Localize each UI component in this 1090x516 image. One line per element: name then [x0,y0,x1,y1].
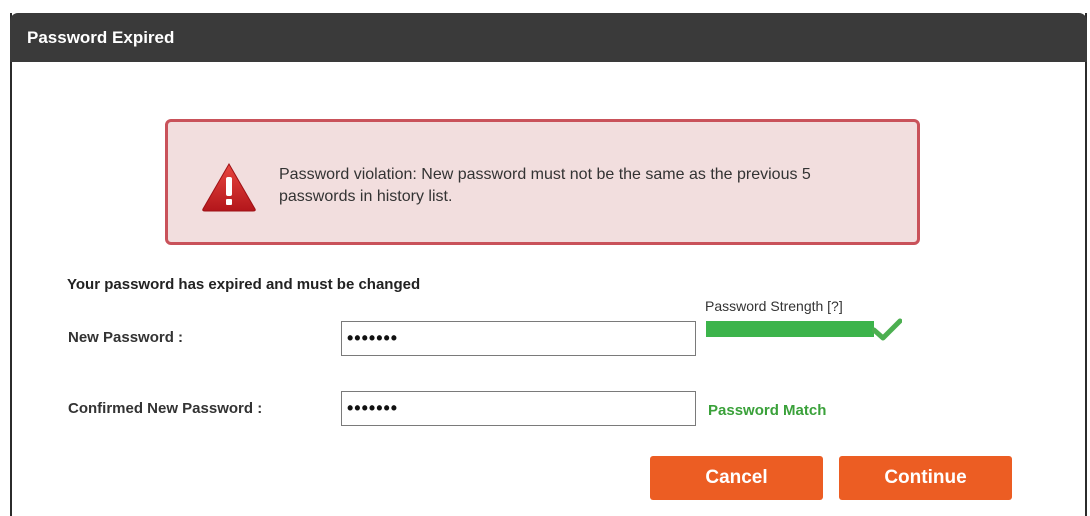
warning-triangle-icon [202,163,256,212]
error-alert: Password violation: New password must no… [165,119,920,245]
password-expired-dialog: Password Expired [10,13,1087,516]
password-strength-bar [706,321,874,337]
password-strength-label[interactable]: Password Strength [?] [705,298,843,314]
confirm-password-field[interactable]: ••••••• [341,391,696,426]
continue-button[interactable]: Continue [839,456,1012,500]
cancel-button[interactable]: Cancel [650,456,823,500]
password-match-status: Password Match [708,402,827,419]
expired-intro-text: Your password has expired and must be ch… [67,276,421,293]
new-password-label: New Password : [68,329,184,346]
dialog-titlebar: Password Expired [10,13,1087,62]
checkmark-icon [872,318,902,341]
alert-message: Password violation: New password must no… [279,166,811,205]
new-password-field[interactable]: ••••••• [341,321,696,356]
confirm-password-label: Confirmed New Password : [68,400,263,417]
dialog-title: Password Expired [27,28,175,47]
